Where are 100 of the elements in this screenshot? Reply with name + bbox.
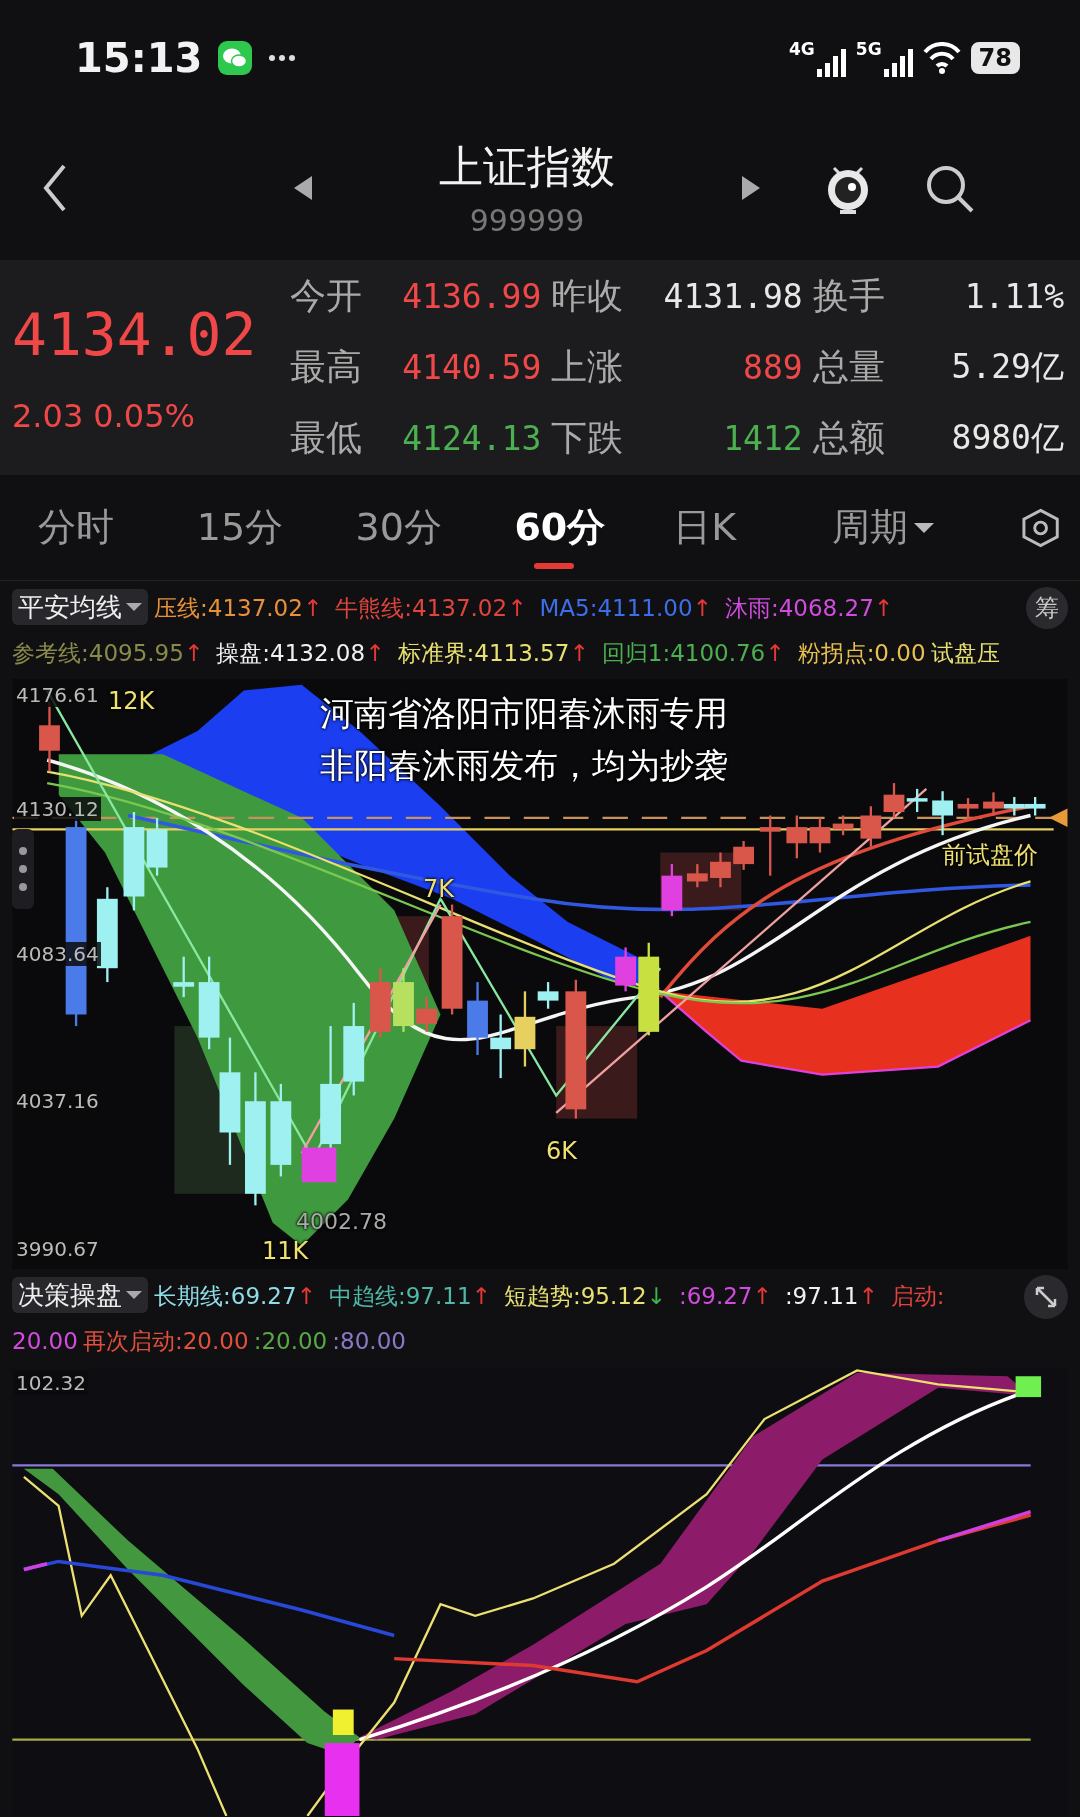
battery-indicator: 78 [970,41,1020,74]
indicator-value: 20.00 [12,1328,78,1354]
axis-label: 4083.64 [14,942,101,966]
more-dots-icon [268,53,297,62]
trend-arrow: ↓ [646,1283,666,1309]
stat-value: 4140.59 [401,348,542,387]
wifi-icon [922,41,961,74]
stat-value: 1412 [722,419,803,458]
indicator-value: :80.00 [332,1328,406,1354]
period-tab[interactable]: 日K [673,484,832,571]
stat-label: 上涨 [551,345,624,389]
stat-label: 总量 [812,345,885,389]
stat-label: 换手 [812,274,885,318]
candlestick [1003,797,1025,816]
stat-value: 4131.98 [662,277,803,316]
trend-arrow: ↑ [365,640,385,666]
trend-arrow: ↑ [302,595,323,621]
stat-value: 4136.99 [401,277,542,316]
candlestick [686,864,708,888]
stat-value: 889 [742,348,803,387]
clock-time: 15:13 [75,34,203,81]
indicator-value: :97.11 [784,1283,859,1309]
candlestick [957,798,979,818]
k-count-label: 6K [546,1137,577,1165]
period-tab[interactable]: 分时 [38,484,197,571]
candlestick [733,840,754,870]
stat-value: 5.29亿 [950,346,1064,388]
candlestick [369,968,391,1038]
next-arrow-icon[interactable] [742,175,760,200]
network-type: 5G [855,38,882,59]
k-count-label: 11K [262,1237,309,1265]
period-tab[interactable]: 60分 [514,484,674,571]
candlestick [1024,797,1046,816]
axis-label: 4130.12 [14,797,101,821]
back-icon[interactable] [42,163,68,212]
indicator-value: 标准界:4113.57 [397,640,570,666]
trend-arrow: ↑ [183,640,204,666]
indicator-value: 压线:4137.02 [154,595,303,621]
stock-title: 上证指数 [439,139,615,194]
price-change: 2.03 [12,396,84,435]
trend-arrow: ↑ [296,1283,316,1309]
period-tab[interactable]: 30分 [355,484,515,571]
trend-arrow: ↑ [765,640,785,666]
network-type: 4G [789,38,815,59]
indicator-dropdown[interactable]: 平安均线 [12,589,148,625]
trend-arrow: ↑ [692,595,712,621]
stat-label: 今开 [290,274,362,318]
stat-value: 4124.13 [401,419,542,458]
k-count-label: 12K [108,687,155,715]
indicator-value: 粉拐点:0.00 [797,640,926,666]
candlestick [416,997,438,1032]
indicator-value: 中趋线:97.11 [328,1283,472,1309]
candlestick [983,792,1004,816]
indicator-value: 试盘压 [930,640,1000,666]
expand-icon[interactable] [1024,1275,1068,1319]
drag-handle-icon[interactable] [12,829,34,909]
candlestick [860,806,882,847]
stat-label: 下跌 [551,416,624,460]
indicator-dropdown[interactable]: 决策操盘 [12,1277,148,1313]
indicator-value: 启动: [890,1283,945,1309]
candlestick [932,791,953,836]
last-price: 4134.02 [12,300,258,369]
prev-arrow-icon[interactable] [294,175,312,200]
candlestick [393,968,414,1032]
candlestick [615,947,636,992]
period-tab[interactable]: 周期 [832,484,991,571]
candlestick [490,1014,512,1079]
indicator-value: 操盘:4132.08 [216,640,366,666]
candlestick [661,864,683,917]
candlestick [906,788,928,813]
trend-arrow: ↑ [471,1283,491,1309]
candlestick [786,815,808,859]
stat-label: 最低 [290,416,362,460]
candlestick [710,852,731,888]
indicator-value: :69.27 [678,1283,753,1309]
signal-icon [816,48,846,77]
settings-icon[interactable] [1020,507,1060,548]
stat-value: 8980亿 [950,417,1064,459]
indicator-value: 回归1:4100.76 [601,640,766,666]
indicator-value: 长期线:69.27 [154,1283,297,1309]
trial-price-label: 前试盘价 [942,840,1038,871]
signal-marker [1015,1376,1042,1398]
indicator-value: 短趋势:95.12 [503,1283,647,1309]
axis-label: 102.32 [14,1371,88,1395]
indicator-value: 再次启动:20.00 [82,1328,249,1354]
period-tab[interactable]: 15分 [196,484,356,571]
price-pointer-icon [1049,808,1068,828]
indicator-value: 牛熊线:4137.02 [335,595,508,621]
candlestick [759,815,781,876]
chip-button[interactable]: 筹 [1026,587,1068,629]
candlestick [883,783,905,818]
signal-icon [883,48,913,77]
indicator-value: MA5:4111.00 [539,595,693,621]
change-percent: 0.05% [93,396,195,435]
trend-arrow: ↑ [858,1283,878,1309]
trend-arrow: ↑ [873,595,894,621]
indicator-value: :20.00 [253,1328,328,1354]
trend-arrow: ↑ [752,1283,772,1309]
indicator-value: 沐雨:4068.27 [724,595,874,621]
chat-app-icon [218,40,253,75]
